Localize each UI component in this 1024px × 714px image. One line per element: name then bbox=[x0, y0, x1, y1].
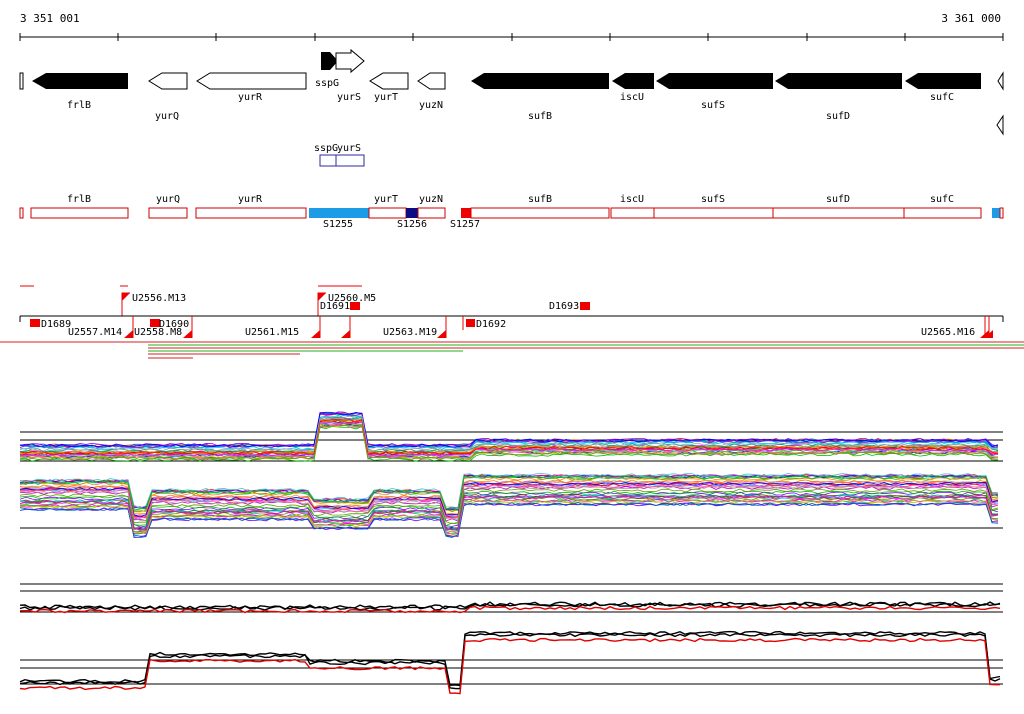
trace-lower-band bbox=[19, 502, 999, 537]
left-edge-marker bbox=[19, 72, 24, 90]
gene-arrow-yurR[interactable] bbox=[196, 72, 307, 90]
yurS-box[interactable] bbox=[335, 154, 365, 167]
sspG-box[interactable] bbox=[319, 154, 337, 167]
segment-label-iscU: iscU bbox=[619, 194, 645, 205]
trace-lower-band bbox=[19, 502, 999, 539]
feature-label-D1689[interactable]: D1689 bbox=[41, 320, 71, 330]
feature-D1689-block[interactable] bbox=[30, 319, 40, 327]
summary-lower-red bbox=[19, 637, 1000, 695]
gene-arrow-sufB[interactable] bbox=[471, 73, 609, 89]
gene-label-yurR: yurR bbox=[237, 92, 263, 103]
expression-panel-upper[interactable] bbox=[19, 411, 1003, 539]
segment-sufB[interactable] bbox=[470, 207, 610, 219]
feature-label-U2557-M14[interactable]: U2557.M14 bbox=[68, 328, 122, 338]
segment-label-yurR: yurR bbox=[237, 194, 263, 205]
feature-label-D1692[interactable]: D1692 bbox=[476, 320, 506, 330]
segment-frlB[interactable] bbox=[30, 207, 129, 219]
segment-yurQ[interactable] bbox=[148, 207, 188, 219]
gene-arrow-yurQ[interactable] bbox=[148, 72, 188, 90]
segment-right-highlight[interactable] bbox=[992, 208, 1000, 218]
small-gene-label-yurS: yurS bbox=[336, 143, 362, 154]
gene-arrow-sufS[interactable] bbox=[656, 73, 773, 89]
feature-D1693-block[interactable] bbox=[580, 302, 590, 310]
segment-id-S1255: S1255 bbox=[322, 219, 354, 230]
segment-S1256[interactable] bbox=[406, 208, 418, 218]
segment-label-yuzN: yuzN bbox=[418, 194, 444, 205]
tracks-canvas[interactable] bbox=[0, 0, 1024, 714]
segment-label-sufD: sufD bbox=[825, 194, 851, 205]
gene-label-yuzN: yuzN bbox=[418, 100, 444, 111]
gene-arrow-sspG[interactable] bbox=[321, 52, 338, 70]
feature-label-U2565-M16[interactable]: U2565.M16 bbox=[921, 328, 975, 338]
segment-yurR[interactable] bbox=[195, 207, 307, 219]
gene-label-sufC: sufC bbox=[929, 92, 955, 103]
trace-lower-band bbox=[19, 500, 999, 536]
gene-label-sufD: sufD bbox=[825, 111, 851, 122]
segment-yurT[interactable] bbox=[368, 207, 407, 219]
gene-arrow-frlB[interactable] bbox=[32, 73, 128, 89]
gene-arrow-yurS[interactable] bbox=[335, 48, 365, 74]
segment-label-sufS: sufS bbox=[700, 194, 726, 205]
gene-label-iscU: iscU bbox=[619, 92, 645, 103]
feature-label-U2561-M15[interactable]: U2561.M15 bbox=[245, 328, 299, 338]
feature-label-D1691[interactable]: D1691 bbox=[320, 302, 350, 312]
segment-label-yurT: yurT bbox=[373, 194, 399, 205]
segment-track[interactable] bbox=[19, 207, 1004, 219]
feature-label-D1690[interactable]: D1690 bbox=[159, 320, 189, 330]
segment-yuzN[interactable] bbox=[417, 207, 446, 219]
coordinate-ruler bbox=[19, 33, 1004, 41]
segment-label-yurQ: yurQ bbox=[155, 194, 181, 205]
small-gene-boxes[interactable] bbox=[319, 154, 365, 167]
gene-label-yurT: yurT bbox=[373, 92, 399, 103]
gene-arrow-iscU[interactable] bbox=[612, 73, 654, 89]
segment-id-S1256: S1256 bbox=[396, 219, 428, 230]
gene-label-yurS: yurS bbox=[336, 92, 362, 103]
segment-label-sufB: sufB bbox=[527, 194, 553, 205]
gene-arrow-yurT[interactable] bbox=[369, 72, 409, 90]
gene-arrow-yuzN[interactable] bbox=[417, 72, 446, 90]
segment-sufD[interactable] bbox=[772, 207, 905, 219]
segment-S1255[interactable] bbox=[309, 208, 369, 218]
gene-label-frlB: frlB bbox=[66, 100, 92, 111]
trace-lower-band bbox=[19, 502, 999, 538]
right-edge-arrow-lower bbox=[996, 114, 1004, 136]
segment-S1257[interactable] bbox=[461, 208, 471, 218]
segment-id-S1257: S1257 bbox=[449, 219, 481, 230]
gene-label-sufB: sufB bbox=[527, 111, 553, 122]
feature-label-U2563-M19[interactable]: U2563.M19 bbox=[383, 328, 437, 338]
segment-edge-right bbox=[999, 207, 1004, 219]
gene-arrow-sufC[interactable] bbox=[905, 73, 981, 89]
feature-D1692-block[interactable] bbox=[466, 319, 475, 327]
expression-panel-lower[interactable] bbox=[19, 583, 1003, 695]
segment-iscU[interactable] bbox=[610, 207, 655, 219]
segment-edge-left bbox=[19, 207, 24, 219]
segment-label-frlB: frlB bbox=[66, 194, 92, 205]
feature-label-D1693[interactable]: D1693 bbox=[549, 302, 579, 312]
genome-browser-view: 3 351 001 3 361 000 frlB yurQ yurR sspG … bbox=[0, 0, 1024, 714]
gene-label-sspG: sspG bbox=[314, 78, 340, 89]
segment-sufC[interactable] bbox=[903, 207, 982, 219]
right-edge-arrow-upper bbox=[997, 71, 1004, 91]
gene-label-sufS: sufS bbox=[700, 100, 726, 111]
gene-arrow-sufD[interactable] bbox=[775, 73, 902, 89]
feature-label-U2556-M13[interactable]: U2556.M13 bbox=[132, 294, 186, 304]
segment-sufS[interactable] bbox=[653, 207, 774, 219]
segment-label-sufC: sufC bbox=[929, 194, 955, 205]
small-gene-label-sspG: sspG bbox=[313, 143, 339, 154]
gene-label-yurQ: yurQ bbox=[154, 111, 180, 122]
